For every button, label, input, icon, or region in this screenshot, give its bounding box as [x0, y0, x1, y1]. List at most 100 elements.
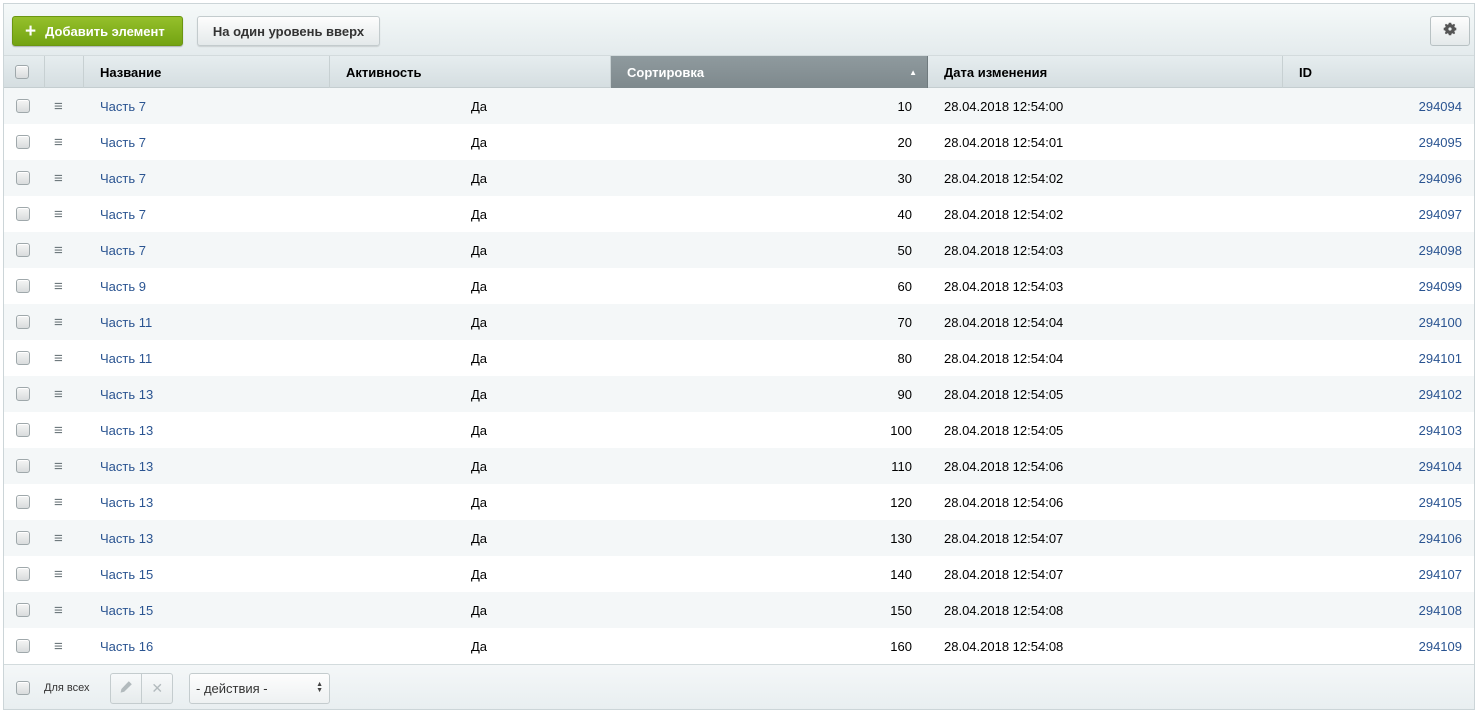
- table-row[interactable]: ≡ Часть 13 Да 120 28.04.2018 12:54:06 294105: [4, 484, 1474, 520]
- row-checkbox[interactable]: [16, 315, 30, 329]
- row-date-value: 28.04.2018 12:54:04: [944, 350, 1064, 366]
- row-checkbox[interactable]: [16, 423, 30, 437]
- row-id-link[interactable]: 294096: [1419, 160, 1462, 196]
- row-id-link[interactable]: 294107: [1419, 556, 1462, 592]
- row-checkbox[interactable]: [16, 567, 30, 581]
- table-header: Название Активность Сортировка ▲ Дата из…: [4, 56, 1474, 88]
- row-name-link[interactable]: Часть 11: [100, 340, 152, 376]
- row-name-link[interactable]: Часть 11: [100, 304, 152, 340]
- row-name-link[interactable]: Часть 13: [100, 484, 153, 520]
- row-menu-icon[interactable]: ≡: [54, 160, 70, 196]
- table-row[interactable]: ≡ Часть 11 Да 80 28.04.2018 12:54:04 294101: [4, 340, 1474, 376]
- column-header-name[interactable]: Название: [84, 56, 330, 88]
- row-checkbox[interactable]: [16, 135, 30, 149]
- row-sort-value: 10: [897, 98, 912, 114]
- table-row[interactable]: ≡ Часть 7 Да 50 28.04.2018 12:54:03 294098: [4, 232, 1474, 268]
- row-sort-value: 140: [890, 566, 912, 582]
- table-row[interactable]: ≡ Часть 7 Да 30 28.04.2018 12:54:02 294096: [4, 160, 1474, 196]
- row-name-link[interactable]: Часть 9: [100, 268, 146, 304]
- table-row[interactable]: ≡ Часть 7 Да 40 28.04.2018 12:54:02 294097: [4, 196, 1474, 232]
- row-id-link[interactable]: 294094: [1419, 88, 1462, 124]
- row-name-link[interactable]: Часть 13: [100, 520, 153, 556]
- row-checkbox[interactable]: [16, 351, 30, 365]
- row-checkbox[interactable]: [16, 99, 30, 113]
- row-active-value: Да: [470, 530, 488, 546]
- table-row[interactable]: ≡ Часть 7 Да 20 28.04.2018 12:54:01 294095: [4, 124, 1474, 160]
- row-menu-icon[interactable]: ≡: [54, 304, 70, 340]
- row-menu-icon[interactable]: ≡: [54, 124, 70, 160]
- for-all-checkbox[interactable]: [16, 681, 30, 695]
- row-checkbox[interactable]: [16, 459, 30, 473]
- row-id-link[interactable]: 294102: [1419, 376, 1462, 412]
- row-menu-icon[interactable]: ≡: [54, 484, 70, 520]
- settings-button[interactable]: [1430, 16, 1470, 46]
- table-row[interactable]: ≡ Часть 13 Да 100 28.04.2018 12:54:05 294103: [4, 412, 1474, 448]
- row-id-link[interactable]: 294100: [1419, 304, 1462, 340]
- delete-button[interactable]: ✕: [141, 674, 172, 703]
- row-id-link[interactable]: 294095: [1419, 124, 1462, 160]
- row-id-link[interactable]: 294097: [1419, 196, 1462, 232]
- table-row[interactable]: ≡ Часть 9 Да 60 28.04.2018 12:54:03 294099: [4, 268, 1474, 304]
- row-id-link[interactable]: 294108: [1419, 592, 1462, 628]
- row-menu-icon[interactable]: ≡: [54, 232, 70, 268]
- row-checkbox[interactable]: [16, 171, 30, 185]
- column-header-id[interactable]: ID: [1283, 56, 1474, 88]
- table-row[interactable]: ≡ Часть 11 Да 70 28.04.2018 12:54:04 294100: [4, 304, 1474, 340]
- level-up-button[interactable]: На один уровень вверх: [197, 16, 380, 46]
- table-row[interactable]: ≡ Часть 15 Да 150 28.04.2018 12:54:08 294108: [4, 592, 1474, 628]
- column-header-date[interactable]: Дата изменения: [928, 56, 1283, 88]
- row-id-link[interactable]: 294103: [1419, 412, 1462, 448]
- column-header-active[interactable]: Активность: [330, 56, 611, 88]
- row-checkbox[interactable]: [16, 279, 30, 293]
- row-name-link[interactable]: Часть 15: [100, 556, 153, 592]
- actions-select[interactable]: - действия - ▲ ▼: [189, 673, 330, 704]
- row-name-link[interactable]: Часть 7: [100, 160, 146, 196]
- row-menu-icon[interactable]: ≡: [54, 628, 70, 664]
- row-name-link[interactable]: Часть 13: [100, 412, 153, 448]
- row-id-link[interactable]: 294099: [1419, 268, 1462, 304]
- table-row[interactable]: ≡ Часть 13 Да 130 28.04.2018 12:54:07 294106: [4, 520, 1474, 556]
- column-header-sort[interactable]: Сортировка ▲: [611, 56, 928, 88]
- row-id-link[interactable]: 294098: [1419, 232, 1462, 268]
- row-name-link[interactable]: Часть 7: [100, 196, 146, 232]
- row-name-link[interactable]: Часть 16: [100, 628, 153, 664]
- select-all-checkbox[interactable]: [15, 65, 29, 79]
- row-name-link[interactable]: Часть 13: [100, 448, 153, 484]
- row-menu-icon[interactable]: ≡: [54, 520, 70, 556]
- table-row[interactable]: ≡ Часть 16 Да 160 28.04.2018 12:54:08 294109: [4, 628, 1474, 664]
- row-checkbox[interactable]: [16, 495, 30, 509]
- add-element-button[interactable]: + Добавить элемент: [12, 16, 183, 46]
- row-id-link[interactable]: 294106: [1419, 520, 1462, 556]
- row-menu-icon[interactable]: ≡: [54, 412, 70, 448]
- row-id-link[interactable]: 294109: [1419, 628, 1462, 664]
- row-checkbox[interactable]: [16, 639, 30, 653]
- column-header-sort-label: Сортировка: [627, 64, 705, 80]
- row-id-link[interactable]: 294101: [1419, 340, 1462, 376]
- row-checkbox[interactable]: [16, 603, 30, 617]
- table-row[interactable]: ≡ Часть 15 Да 140 28.04.2018 12:54:07 294107: [4, 556, 1474, 592]
- row-checkbox[interactable]: [16, 531, 30, 545]
- row-menu-icon[interactable]: ≡: [54, 88, 70, 124]
- row-id-link[interactable]: 294104: [1419, 448, 1462, 484]
- row-sort-value: 110: [891, 458, 912, 474]
- row-name-link[interactable]: Часть 7: [100, 232, 146, 268]
- row-checkbox[interactable]: [16, 243, 30, 257]
- row-menu-icon[interactable]: ≡: [54, 448, 70, 484]
- table-row[interactable]: ≡ Часть 13 Да 110 28.04.2018 12:54:06 294104: [4, 448, 1474, 484]
- row-menu-icon[interactable]: ≡: [54, 376, 70, 412]
- row-id-link[interactable]: 294105: [1419, 484, 1462, 520]
- row-menu-icon[interactable]: ≡: [54, 340, 70, 376]
- table-row[interactable]: ≡ Часть 7 Да 10 28.04.2018 12:54:00 294094: [4, 88, 1474, 124]
- row-name-link[interactable]: Часть 7: [100, 88, 146, 124]
- row-menu-icon[interactable]: ≡: [54, 592, 70, 628]
- row-name-link[interactable]: Часть 13: [100, 376, 153, 412]
- row-menu-icon[interactable]: ≡: [54, 556, 70, 592]
- row-menu-icon[interactable]: ≡: [54, 268, 70, 304]
- row-name-link[interactable]: Часть 15: [100, 592, 153, 628]
- edit-button[interactable]: [111, 674, 141, 703]
- row-checkbox[interactable]: [16, 387, 30, 401]
- row-checkbox[interactable]: [16, 207, 30, 221]
- row-name-link[interactable]: Часть 7: [100, 124, 146, 160]
- row-menu-icon[interactable]: ≡: [54, 196, 70, 232]
- table-row[interactable]: ≡ Часть 13 Да 90 28.04.2018 12:54:05 294102: [4, 376, 1474, 412]
